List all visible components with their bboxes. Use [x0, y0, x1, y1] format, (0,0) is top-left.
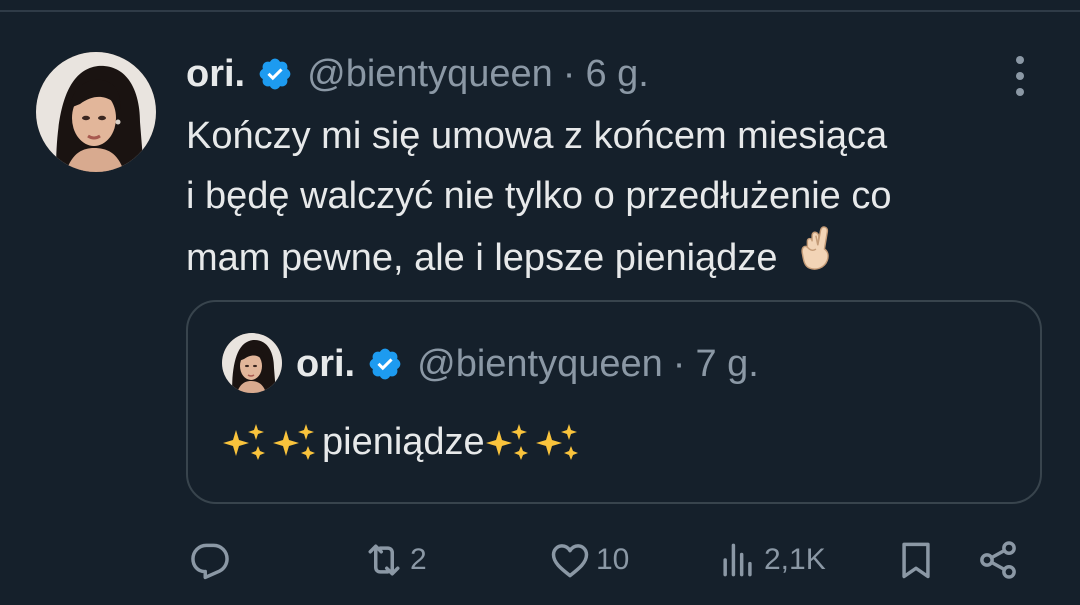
- tweet-action-bar: 2 10 2,1K: [0, 530, 1080, 590]
- top-divider: [0, 0, 1080, 12]
- views-button[interactable]: 2,1K: [716, 530, 826, 590]
- quoted-tweet-header: ori. @bientyqueen · 7 g.: [296, 336, 759, 392]
- quoted-tweet-text: pieniądze: [222, 412, 585, 472]
- author-avatar[interactable]: [36, 52, 156, 172]
- reply-icon: [188, 538, 232, 582]
- share-button[interactable]: [976, 530, 1020, 590]
- quoted-author-avatar: [222, 333, 282, 393]
- bookmark-button[interactable]: [894, 530, 938, 590]
- quoted-text-word: pieniądze: [322, 421, 485, 463]
- retweet-button[interactable]: 2: [362, 530, 427, 590]
- tweet-timestamp[interactable]: 6 g.: [585, 53, 648, 96]
- sparkles-icon: [222, 420, 272, 464]
- crossed-fingers-icon: [795, 226, 833, 290]
- like-button[interactable]: 10: [548, 530, 629, 590]
- quoted-author-display-name: ori.: [296, 342, 356, 385]
- like-count: 10: [596, 543, 630, 576]
- tweet-text-line: mam pewne, ale i lepsze pieniądze: [186, 237, 778, 279]
- author-handle[interactable]: @bientyqueen: [307, 53, 553, 96]
- sparkles-icon: [272, 420, 322, 464]
- quoted-author-handle: @bientyqueen: [417, 342, 663, 385]
- verified-badge-icon: [257, 56, 293, 92]
- share-icon: [976, 538, 1020, 582]
- retweet-icon: [362, 538, 406, 582]
- quoted-tweet-timestamp: 7 g.: [695, 342, 759, 385]
- tweet-header: ori. @bientyqueen · 6 g.: [186, 46, 649, 102]
- tweet-text-line-last: mam pewne, ale i lepsze pieniądze: [186, 226, 1066, 290]
- quoted-header-separator: ·: [672, 342, 686, 385]
- reply-button[interactable]: [188, 530, 232, 590]
- tweet-view: ori. @bientyqueen · 6 g. Kończy mi się u…: [0, 0, 1080, 605]
- views-count: 2,1K: [764, 543, 826, 576]
- sparkles-icon: [535, 420, 585, 464]
- bookmark-icon: [894, 538, 938, 582]
- verified-badge-icon: [367, 346, 403, 382]
- header-separator: ·: [562, 52, 576, 95]
- tweet-text-line: Kończy mi się umowa z końcem miesiąca: [186, 115, 888, 157]
- heart-icon: [548, 538, 592, 582]
- sparkles-icon: [485, 420, 535, 464]
- views-icon: [716, 538, 760, 582]
- retweet-count: 2: [410, 543, 427, 576]
- more-options-icon[interactable]: [1006, 52, 1034, 100]
- tweet-text: Kończy mi się umowa z końcem miesiąca i …: [186, 106, 1066, 290]
- author-display-name[interactable]: ori.: [186, 53, 245, 96]
- quoted-tweet-card[interactable]: [186, 300, 1042, 504]
- tweet-text-line: i będę walczyć nie tylko o przedłużenie …: [186, 175, 892, 217]
